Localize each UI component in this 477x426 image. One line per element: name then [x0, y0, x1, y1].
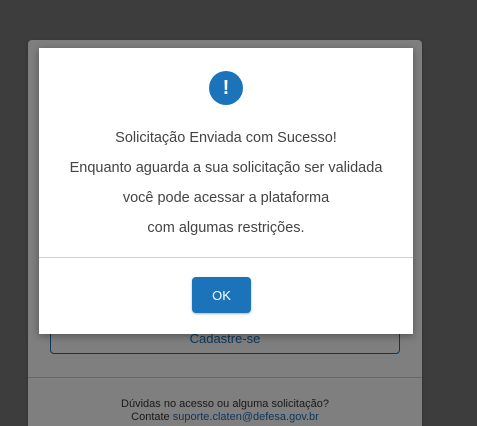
dialog-message-line: Enquanto aguarda a sua solicitação ser v…	[69, 160, 383, 176]
dialog-message-line: você pode acessar a plataforma	[122, 190, 330, 206]
exclamation-icon: !	[209, 71, 243, 105]
dialog-divider	[39, 257, 413, 258]
success-dialog: ! Solicitação Enviada com Sucesso! Enqua…	[39, 48, 413, 334]
dialog-message-line: com algumas restrições.	[147, 220, 305, 236]
dialog-message: Solicitação Enviada com Sucesso! Enquant…	[39, 126, 413, 246]
ok-button[interactable]: OK	[192, 277, 251, 313]
dialog-title: Solicitação Enviada com Sucesso!	[115, 130, 337, 146]
